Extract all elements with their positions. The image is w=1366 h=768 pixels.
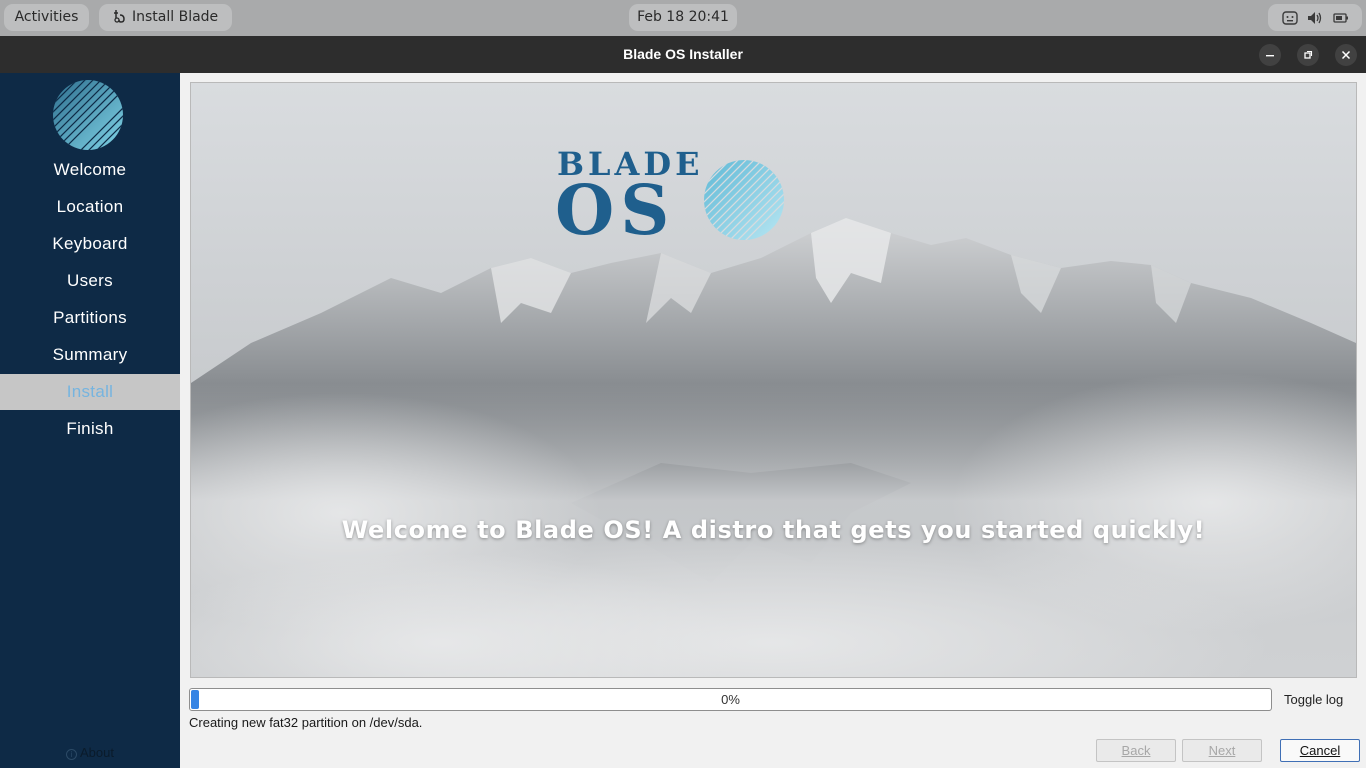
accessibility-icon (1281, 10, 1298, 25)
sidebar-step-users: Users (67, 271, 113, 290)
install-slideshow: BLADE OS Welcome to Blade OS! A distro t… (190, 82, 1357, 678)
activities-button[interactable]: Activities (4, 4, 89, 31)
blade-globe-logo (53, 80, 123, 150)
about-label: About (80, 745, 114, 760)
back-label: Back (1121, 743, 1151, 758)
installer-app-icon (114, 10, 125, 23)
minimize-button[interactable] (1259, 44, 1281, 66)
app-name-label: Install Blade (132, 9, 219, 25)
cancel-label: Cancel (1299, 743, 1341, 758)
sidebar-step-partitions: Partitions (53, 308, 127, 327)
slideshow-welcome-text: Welcome to Blade OS! A distro that gets … (341, 516, 1206, 544)
sidebar-step-finish: Finish (66, 419, 114, 438)
restore-icon (1304, 50, 1313, 59)
toggle-log-button[interactable]: Toggle log (1284, 692, 1343, 707)
installer-sidebar: Welcome Location Keyboard Users Partitio… (0, 73, 180, 768)
battery-icon (1332, 12, 1348, 23)
close-button[interactable] (1335, 44, 1357, 66)
close-icon (1341, 50, 1351, 60)
sidebar-step-welcome: Welcome (53, 160, 127, 179)
install-progress-bar: 0% (189, 688, 1272, 711)
top-bar: Activities Install Blade Feb 18 20:41 (0, 0, 1366, 36)
next-button[interactable]: Next (1182, 739, 1262, 762)
sidebar-step-keyboard: Keyboard (52, 234, 128, 253)
sidebar-step-location: Location (56, 197, 124, 216)
window-titlebar[interactable]: Blade OS Installer (0, 36, 1366, 73)
cancel-button[interactable]: Cancel (1280, 739, 1360, 762)
restore-button[interactable] (1297, 44, 1319, 66)
next-label: Next (1208, 743, 1236, 758)
about-button[interactable]: i About (0, 745, 180, 760)
os-wordmark: OS (555, 171, 676, 251)
install-status-text: Creating new fat32 partition on /dev/sda… (189, 715, 423, 730)
minimize-icon (1266, 55, 1274, 57)
system-status-menu[interactable] (1268, 4, 1362, 31)
clock-button[interactable]: Feb 18 20:41 (629, 4, 737, 31)
sidebar-step-install: Install (0, 374, 180, 410)
volume-icon (1308, 11, 1322, 24)
window-title: Blade OS Installer (623, 46, 743, 62)
progress-percent: 0% (721, 692, 740, 707)
back-button[interactable]: Back (1096, 739, 1176, 762)
install-page: BLADE OS Welcome to Blade OS! A distro t… (180, 73, 1366, 768)
app-menu-button[interactable]: Install Blade (99, 4, 232, 31)
info-icon: i (66, 749, 77, 760)
blade-globe-logo-large (704, 160, 784, 240)
sidebar-step-summary: Summary (52, 345, 128, 364)
